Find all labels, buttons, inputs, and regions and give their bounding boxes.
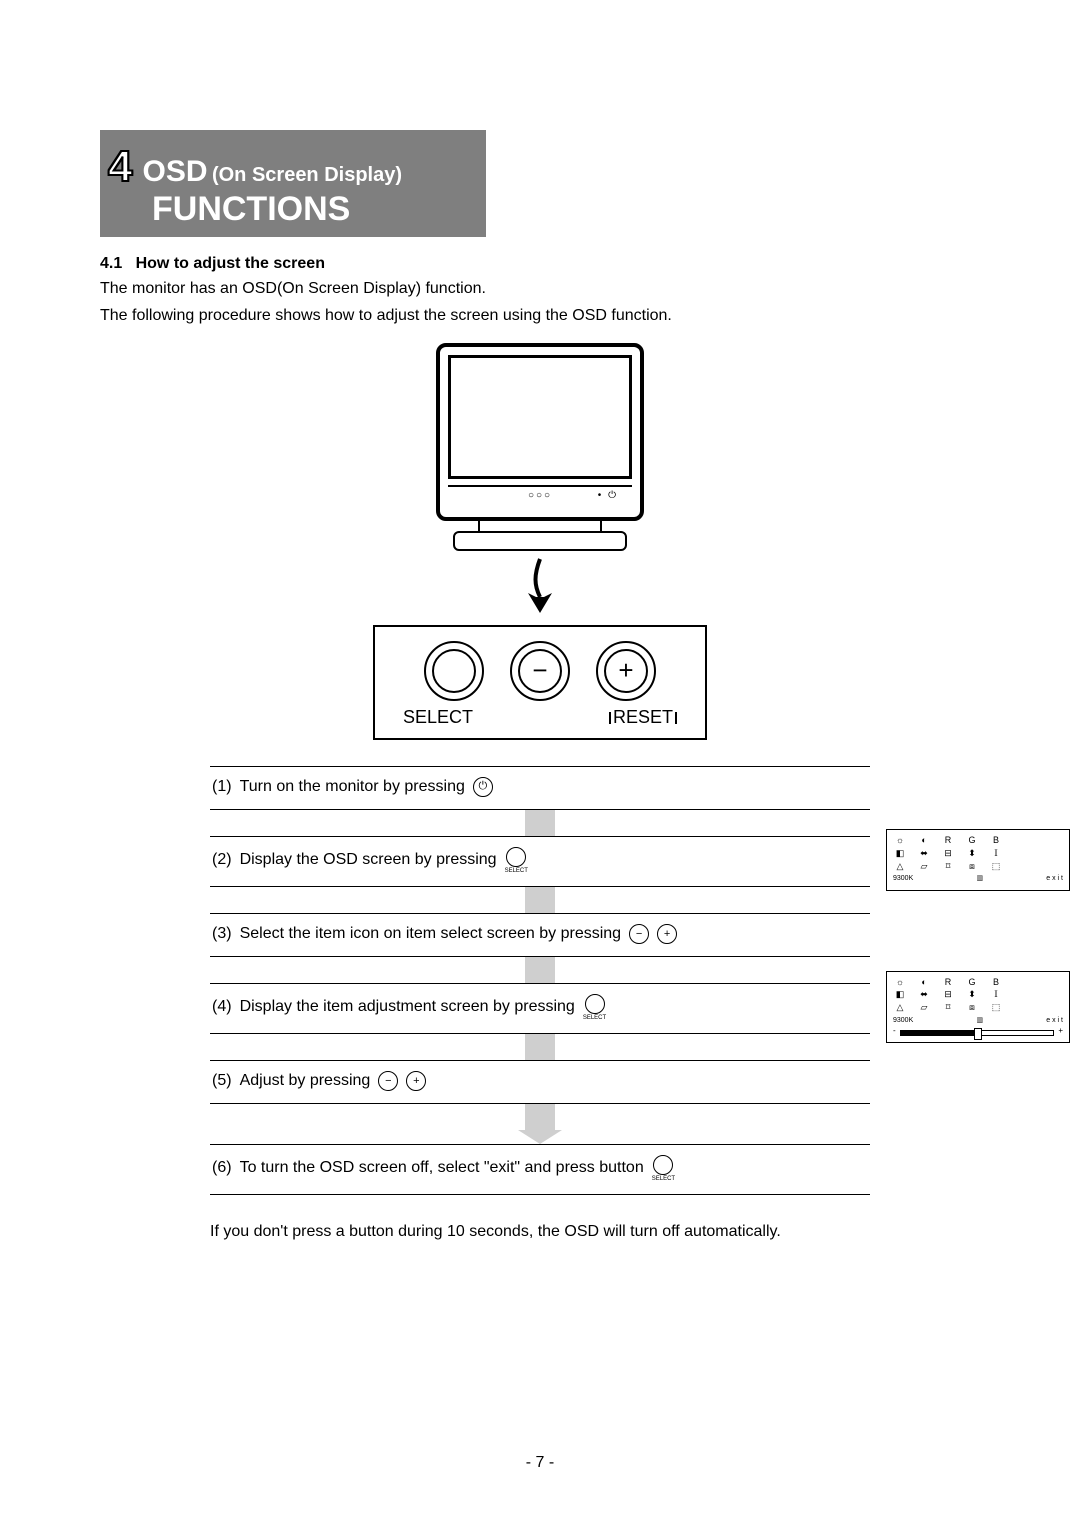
title-osd-sub: (On Screen Display) xyxy=(212,164,402,186)
title-osd: OSD xyxy=(142,155,207,188)
select-knob xyxy=(424,641,484,701)
monitor-illustration: ○○○ • ⏻ xyxy=(425,343,655,617)
minus-icon: − xyxy=(378,1071,398,1091)
minus-knob: − xyxy=(510,641,570,701)
plus-knob: + xyxy=(596,641,656,701)
section-number: 4.1 xyxy=(100,255,122,272)
select-icon xyxy=(506,847,526,867)
section-heading: 4.1 How to adjust the screen xyxy=(100,255,980,273)
section-paragraph2: The following procedure shows how to adj… xyxy=(100,306,980,327)
step-2: (2) Display the OSD screen by pressing S… xyxy=(210,836,870,887)
chapter-title-bar: 4 OSD (On Screen Display) FUNCTIONS xyxy=(100,130,486,237)
minus-icon: − xyxy=(629,924,649,944)
osd-slider-popup: ☼◐RGB ◧⬌⊟⬍𝕀 △▱⌑⧈⬚ 9300K ▥ e x i t - + xyxy=(886,971,1070,1044)
auto-off-note: If you don't press a button during 10 se… xyxy=(210,1223,980,1241)
power-icon: ⏻ xyxy=(473,777,493,797)
control-panel: − + SELECT RESET xyxy=(373,625,707,740)
monitor-strip-dots: ○○○ xyxy=(528,490,552,501)
panel-select-label: SELECT xyxy=(403,707,473,728)
select-icon xyxy=(653,1155,673,1175)
step-4: (4) Display the item adjustment screen b… xyxy=(210,983,870,1034)
step-3: (3) Select the item icon on item select … xyxy=(210,913,870,957)
monitor-strip-buttons: • ⏻ xyxy=(598,490,618,501)
section-paragraph1: The monitor has an OSD(On Screen Display… xyxy=(100,279,980,300)
step-5: (5) Adjust by pressing − + xyxy=(210,1060,870,1104)
page-number: - 7 - xyxy=(0,1454,1080,1472)
step-1: (1) Turn on the monitor by pressing ⏻ xyxy=(210,766,870,810)
step-6: (6) To turn the OSD screen off, select "… xyxy=(210,1144,870,1195)
panel-reset-label: RESET xyxy=(609,707,677,728)
section-title: How to adjust the screen xyxy=(136,255,325,272)
steps-flow: (1) Turn on the monitor by pressing ⏻ (2… xyxy=(210,766,870,1195)
osd-menu-popup: ☼◐RGB ◧⬌⊟⬍𝕀 △▱⌑⧈⬚ 9300K ▥ e x i t xyxy=(886,829,1070,891)
plus-icon: + xyxy=(406,1071,426,1091)
plus-icon: + xyxy=(657,924,677,944)
title-functions: FUNCTIONS xyxy=(152,190,478,229)
select-icon xyxy=(585,994,605,1014)
chapter-number: 4 xyxy=(108,142,132,192)
arrow-down-icon xyxy=(425,557,655,617)
